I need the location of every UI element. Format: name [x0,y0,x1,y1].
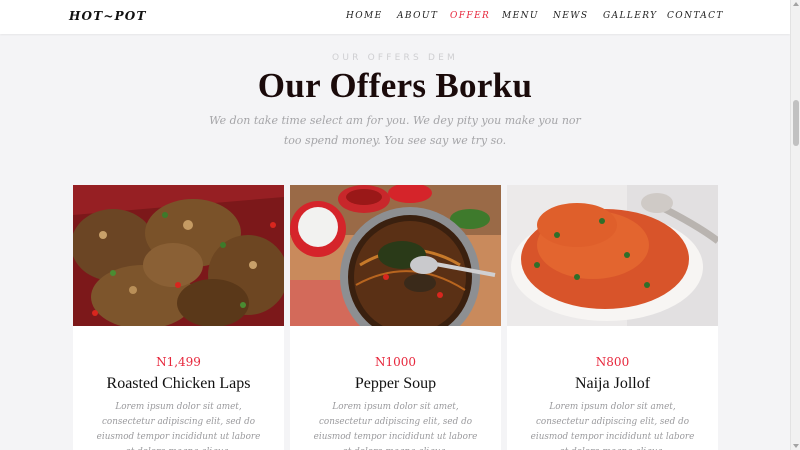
offer-card[interactable]: N800 Naija Jollof Lorem ipsum dolor sit … [507,185,718,450]
pepper-soup-image [290,185,501,326]
scrollbar-thumb[interactable] [793,100,799,146]
scroll-down-arrow-icon[interactable] [793,444,799,448]
nav-link-menu[interactable]: MENU [502,11,539,21]
scroll-up-arrow-icon[interactable] [793,2,799,6]
section-eyebrow: OUR OFFERS DEM [332,53,458,63]
offer-name[interactable]: Roasted Chicken Laps [73,375,284,393]
offer-description: Lorem ipsum dolor sit amet, consectetur … [313,402,478,450]
nav-link-news[interactable]: NEWS [553,11,588,21]
main-menu: HOME ABOUT OFFER MENU NEWS GALLERY CONTA… [0,11,790,23]
nav-link-offer[interactable]: OFFER [450,11,490,21]
offer-price: N800 [595,355,630,369]
offer-price: N1,499 [156,355,201,369]
top-navbar: HOT~POT HOME ABOUT OFFER MENU NEWS GALLE… [0,0,790,34]
offer-card[interactable]: N1000 Pepper Soup Lorem ipsum dolor sit … [290,185,501,450]
roasted-chicken-image [73,185,284,326]
section-title: Our Offers Borku [257,66,533,105]
offer-card[interactable]: N1,499 Roasted Chicken Laps Lorem ipsum … [73,185,284,450]
nav-link-contact[interactable]: CONTACT [667,11,724,21]
nav-link-gallery[interactable]: GALLERY [603,11,657,21]
offer-description: Lorem ipsum dolor sit amet, consectetur … [96,402,261,450]
nav-link-home[interactable]: HOME [346,11,383,21]
offer-description: Lorem ipsum dolor sit amet, consectetur … [530,402,695,450]
page-scrollbar[interactable] [790,0,800,450]
offer-name[interactable]: Naija Jollof [507,375,718,393]
offer-name[interactable]: Pepper Soup [290,375,501,393]
nav-link-about[interactable]: ABOUT [397,11,438,21]
jollof-rice-image [507,185,718,326]
offer-price: N1000 [374,355,417,369]
section-subtitle: We don take time select am for you. We d… [209,114,581,147]
